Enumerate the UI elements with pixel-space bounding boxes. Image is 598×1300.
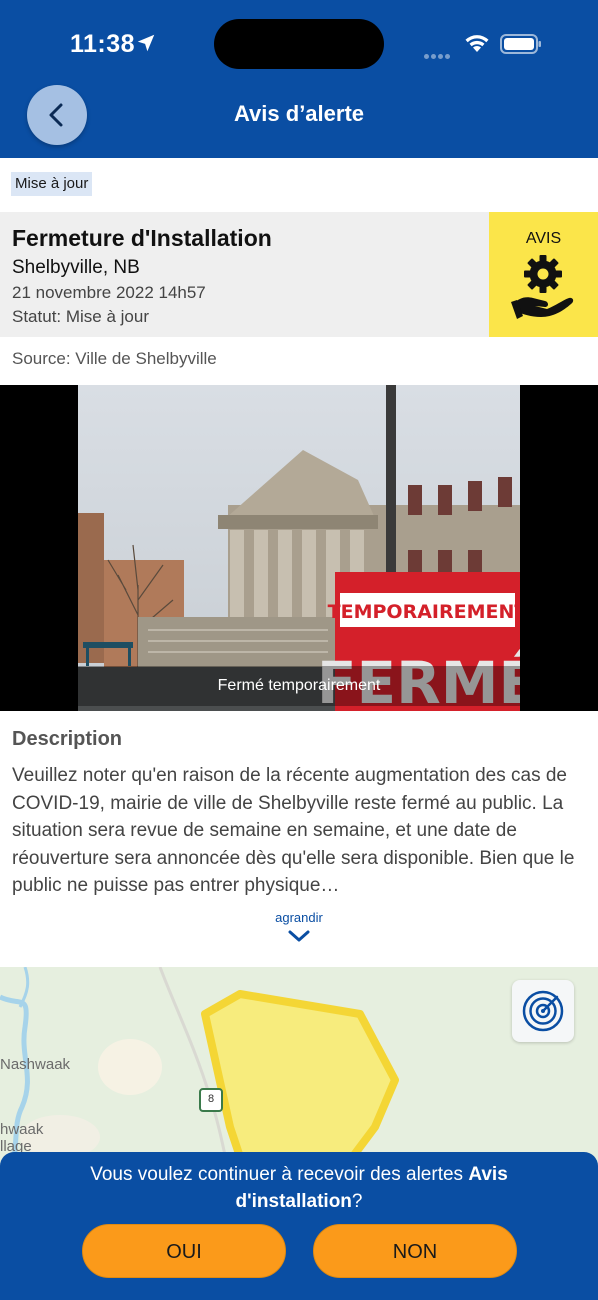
prompt-text-before: Vous voulez continuer à recevoir des ale… [90, 1164, 469, 1185]
radar-icon [522, 990, 564, 1032]
app-header: 11:38 Avis d’alerte [0, 0, 598, 158]
image-caption: Fermé temporairement [217, 677, 381, 694]
location-arrow-icon [137, 34, 155, 52]
prompt-text-after: ? [351, 1191, 363, 1212]
route-number: 8 [207, 1093, 215, 1105]
chevron-down-icon[interactable] [287, 929, 311, 943]
yes-button[interactable]: OUI [82, 1224, 286, 1278]
alert-photo[interactable]: TEMPORAIREMENT FERMÉ [78, 385, 520, 711]
dynamic-island [214, 19, 384, 69]
alert-title: Fermeture d'Installation [12, 225, 272, 251]
alert-status: Statut: Mise à jour [12, 307, 150, 326]
cellular-signal-icon [424, 46, 456, 59]
battery-icon [500, 34, 541, 54]
alert-date: 21 novembre 2022 14h57 [12, 283, 206, 302]
building-photo: TEMPORAIREMENT FERMÉ [78, 385, 520, 711]
radar-button[interactable] [512, 980, 574, 1042]
page-title: Avis d’alerte [233, 101, 365, 126]
gear-hand-icon [511, 255, 574, 319]
expand-link[interactable]: agrandir [0, 910, 598, 925]
map-label-nashwaak: Nashwaak [0, 1056, 71, 1073]
map-label-hwaak: hwaak [0, 1121, 44, 1138]
alert-category-badge: AVIS [489, 212, 598, 337]
sign-line1: TEMPORAIREMENT [328, 601, 520, 623]
status-time: 11:38 [70, 30, 136, 58]
wifi-icon [465, 35, 489, 52]
alert-image-container: TEMPORAIREMENT FERMÉ [0, 385, 598, 711]
status-bar: 11:38 [0, 0, 598, 90]
alert-source: Source: Ville de Shelbyville [12, 349, 217, 368]
alert-location: Shelbyville, NB [12, 257, 140, 278]
description-heading: Description [12, 728, 123, 750]
update-badge: Mise à jour [11, 172, 93, 196]
description-text: Veuillez noter qu'en raison de la récent… [12, 765, 575, 896]
no-button[interactable]: NON [313, 1224, 517, 1278]
category-label: AVIS [525, 230, 562, 247]
prompt-text: Vous voulez continuer à recevoir des ale… [30, 1161, 568, 1215]
alert-summary: Fermeture d'Installation Shelbyville, NB… [0, 212, 598, 337]
